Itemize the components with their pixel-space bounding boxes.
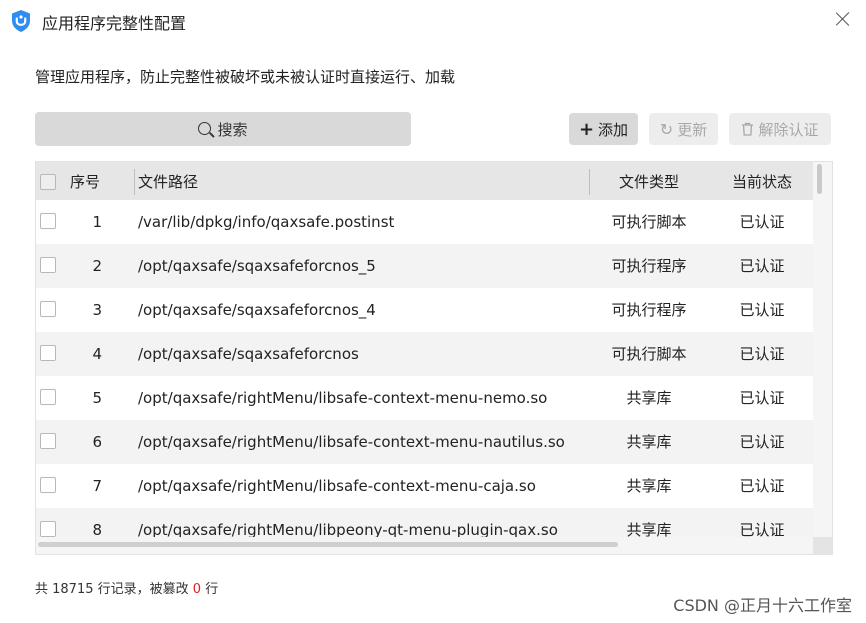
row-checkbox[interactable] [40,301,56,317]
row-type: 共享库 [626,477,672,495]
table-row[interactable]: 6 /opt/qaxsafe/rightMenu/libsafe-context… [36,420,813,464]
row-path: /opt/qaxsafe/rightMenu/libsafe-context-m… [138,433,565,451]
shield-logo-icon [12,10,30,32]
close-icon[interactable] [834,10,852,28]
record-summary-prefix: 共 18715 行记录，被篡改 [35,582,189,597]
row-status: 已认证 [739,213,785,231]
row-type: 可执行程序 [611,257,687,275]
row-status: 已认证 [739,477,785,495]
trash-icon [742,122,754,136]
update-button[interactable]: ↻ 更新 [649,113,718,145]
row-checkbox[interactable] [40,477,56,493]
row-checkbox[interactable] [40,213,56,229]
row-type: 可执行脚本 [611,213,687,231]
row-index: 6 [92,433,102,451]
row-checkbox[interactable] [40,257,56,273]
row-type: 共享库 [626,433,672,451]
page-description: 管理应用程序，防止完整性被破坏或未被认证时直接运行、加载 [35,68,456,86]
header-index[interactable]: 序号 [70,162,100,200]
row-checkbox[interactable] [40,389,56,405]
table-row[interactable]: 3 /opt/qaxsafe/sqaxsafeforcnos_4 可执行程序 已… [36,288,813,332]
title-bar: 应用程序完整性配置 [0,0,866,40]
table-header: 序号 文件路径 文件类型 当前状态 [36,162,813,200]
row-status: 已认证 [739,345,785,363]
row-path: /opt/qaxsafe/rightMenu/libsafe-context-m… [138,389,548,407]
file-table: 序号 文件路径 文件类型 当前状态 1 /var/lib/dpkg/info/q… [35,161,833,555]
header-divider[interactable] [134,169,135,195]
deauthorize-button[interactable]: 解除认证 [729,113,831,145]
header-divider[interactable] [589,169,590,195]
row-status: 已认证 [739,301,785,319]
row-index: 3 [92,301,102,319]
select-all-checkbox[interactable] [40,174,56,190]
update-label: 更新 [677,120,708,139]
row-path: /opt/qaxsafe/sqaxsafeforcnos [138,345,359,363]
search-button[interactable]: 搜索 [35,112,411,146]
row-checkbox[interactable] [40,521,56,537]
horizontal-scrollbar[interactable] [38,542,618,547]
table-row[interactable]: 4 /opt/qaxsafe/sqaxsafeforcnos 可执行脚本 已认证 [36,332,813,376]
record-summary: 共 18715 行记录，被篡改 0 行 [35,578,218,597]
table-row[interactable]: 1 /var/lib/dpkg/info/qaxsafe.postinst 可执… [36,200,813,244]
add-button[interactable]: + 添加 [569,113,638,145]
row-status: 已认证 [739,389,785,407]
row-index: 1 [92,213,102,231]
row-index: 7 [92,477,102,495]
table-row[interactable]: 5 /opt/qaxsafe/rightMenu/libsafe-context… [36,376,813,420]
watermark: CSDN @正月十六工作室 [673,596,852,615]
row-index: 4 [92,345,102,363]
scroll-corner [813,537,832,554]
row-path: /opt/qaxsafe/sqaxsafeforcnos_4 [138,301,376,319]
refresh-icon: ↻ [659,119,674,139]
window-title: 应用程序完整性配置 [42,14,187,33]
row-status: 已认证 [739,257,785,275]
row-type: 可执行脚本 [611,345,687,363]
row-checkbox[interactable] [40,433,56,449]
row-path: /opt/qaxsafe/sqaxsafeforcnos_5 [138,257,376,275]
add-label: 添加 [598,120,629,139]
table-row[interactable]: 2 /opt/qaxsafe/sqaxsafeforcnos_5 可执行程序 已… [36,244,813,288]
record-summary-suffix: 行 [205,582,219,597]
tampered-count: 0 [192,582,202,597]
deauthorize-label: 解除认证 [758,120,819,139]
table-row[interactable]: 7 /opt/qaxsafe/rightMenu/libsafe-context… [36,464,813,508]
row-path: /var/lib/dpkg/info/qaxsafe.postinst [138,213,395,231]
header-status[interactable]: 当前状态 [717,162,807,200]
header-path[interactable]: 文件路径 [138,162,198,200]
plus-icon: + [578,118,595,140]
row-type: 可执行程序 [611,301,687,319]
row-index: 2 [92,257,102,275]
vertical-scrollbar[interactable] [817,164,822,194]
row-status: 已认证 [739,433,785,451]
row-checkbox[interactable] [40,345,56,361]
row-type: 共享库 [626,389,672,407]
row-path: /opt/qaxsafe/rightMenu/libsafe-context-m… [138,477,536,495]
search-icon [198,121,212,135]
row-index: 5 [92,389,102,407]
search-label: 搜索 [217,120,248,139]
header-type[interactable]: 文件类型 [591,162,707,200]
